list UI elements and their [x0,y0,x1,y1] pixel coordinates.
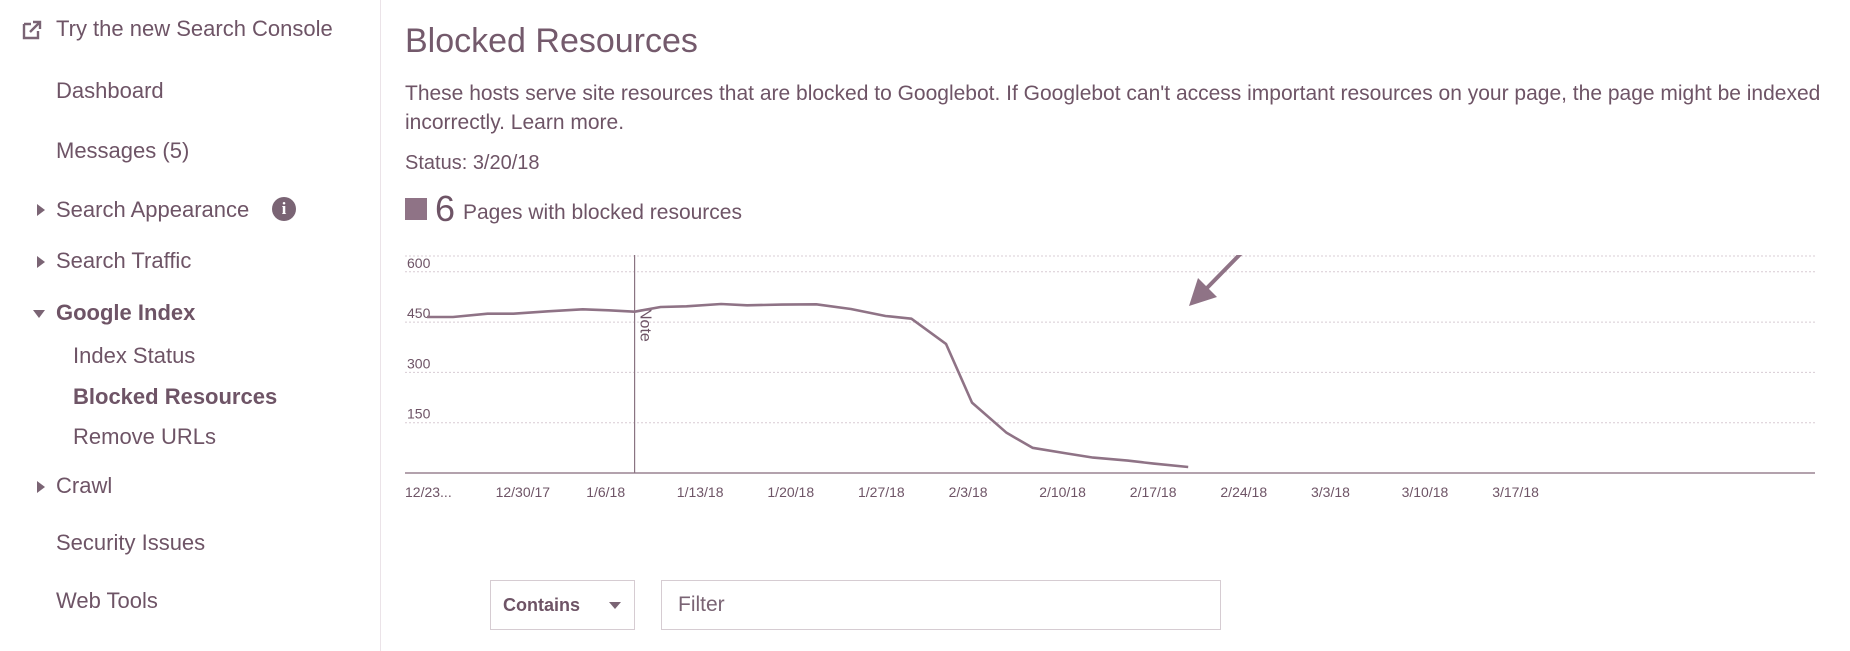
metric-value: 6 [435,188,456,229]
status-date: Status: 3/20/18 [405,152,540,174]
chevron-down-icon [609,602,621,609]
sidebar-item-dashboard[interactable]: Dashboard [56,78,164,104]
info-icon[interactable]: i [272,197,296,221]
note-annotation-label: Note [637,308,654,342]
external-link-icon[interactable] [20,18,44,42]
x-tick-label: 1/13/18 [677,484,724,500]
x-tick-label: 12/30/17 [496,484,551,500]
sidebar-subitem-remove-urls[interactable]: Remove URLs [73,424,216,450]
sidebar-item-security-issues[interactable]: Security Issues [56,530,205,556]
sidebar: Try the new Search Console Dashboard Mes… [0,0,381,651]
x-tick-label: 3/17/18 [1492,484,1539,500]
line-chart-svg: 600 450 300 150 12/23... 12/30/17 1/6/18 1/13/1… [405,255,1815,500]
series-line [427,302,1189,469]
sidebar-subitem-blocked-resources[interactable]: Blocked Resources [73,384,277,410]
sidebar-item-google-index[interactable]: Google Index [56,300,195,326]
contains-dropdown[interactable]: Contains [490,580,635,630]
x-tick-label: 3/3/18 [1311,484,1350,500]
sidebar-subitem-index-status[interactable]: Index Status [73,343,195,369]
x-tick-label: 1/27/18 [858,484,905,500]
sidebar-item-search-appearance[interactable]: Search Appearance [56,197,249,223]
y-tick-label: 450 [407,305,431,321]
sidebar-item-search-traffic[interactable]: Search Traffic [56,248,191,274]
x-tick-label: 2/24/18 [1220,484,1267,500]
caret-down-icon[interactable] [32,307,46,321]
y-tick-label: 150 [407,406,431,422]
x-tick-label: 12/23... [405,484,452,500]
caret-right-icon[interactable] [34,203,48,217]
x-tick-label: 3/10/18 [1402,484,1449,500]
x-tick-label: 1/6/18 [586,484,625,500]
x-tick-label: 1/20/18 [767,484,814,500]
arrow-shaft [1203,255,1243,292]
filter-input[interactable] [661,580,1221,630]
page-title: Blocked Resources [405,22,698,60]
contains-label: Contains [503,595,581,615]
main-content: Blocked Resources These hosts serve site… [405,0,1845,651]
y-tick-label: 600 [407,255,431,271]
x-tick-label: 2/17/18 [1130,484,1177,500]
sidebar-item-messages[interactable]: Messages (5) [56,138,189,164]
try-new-search-console-link[interactable]: Try the new Search Console [56,16,333,42]
sidebar-item-crawl[interactable]: Crawl [56,473,112,499]
sidebar-item-web-tools[interactable]: Web Tools [56,588,158,614]
blocked-resources-chart: 600 450 300 150 12/23... 12/30/17 1/6/18 1/13/1… [405,255,1815,550]
x-tick-label: 2/3/18 [949,484,988,500]
y-tick-label: 300 [407,355,431,371]
metric-label: Pages with blocked resources [463,201,742,224]
page-description: These hosts serve site resources that ar… [405,82,1821,134]
x-tick-label: 2/10/18 [1039,484,1086,500]
legend-swatch [405,198,427,220]
caret-right-icon[interactable] [34,255,48,269]
caret-right-icon[interactable] [34,480,48,494]
